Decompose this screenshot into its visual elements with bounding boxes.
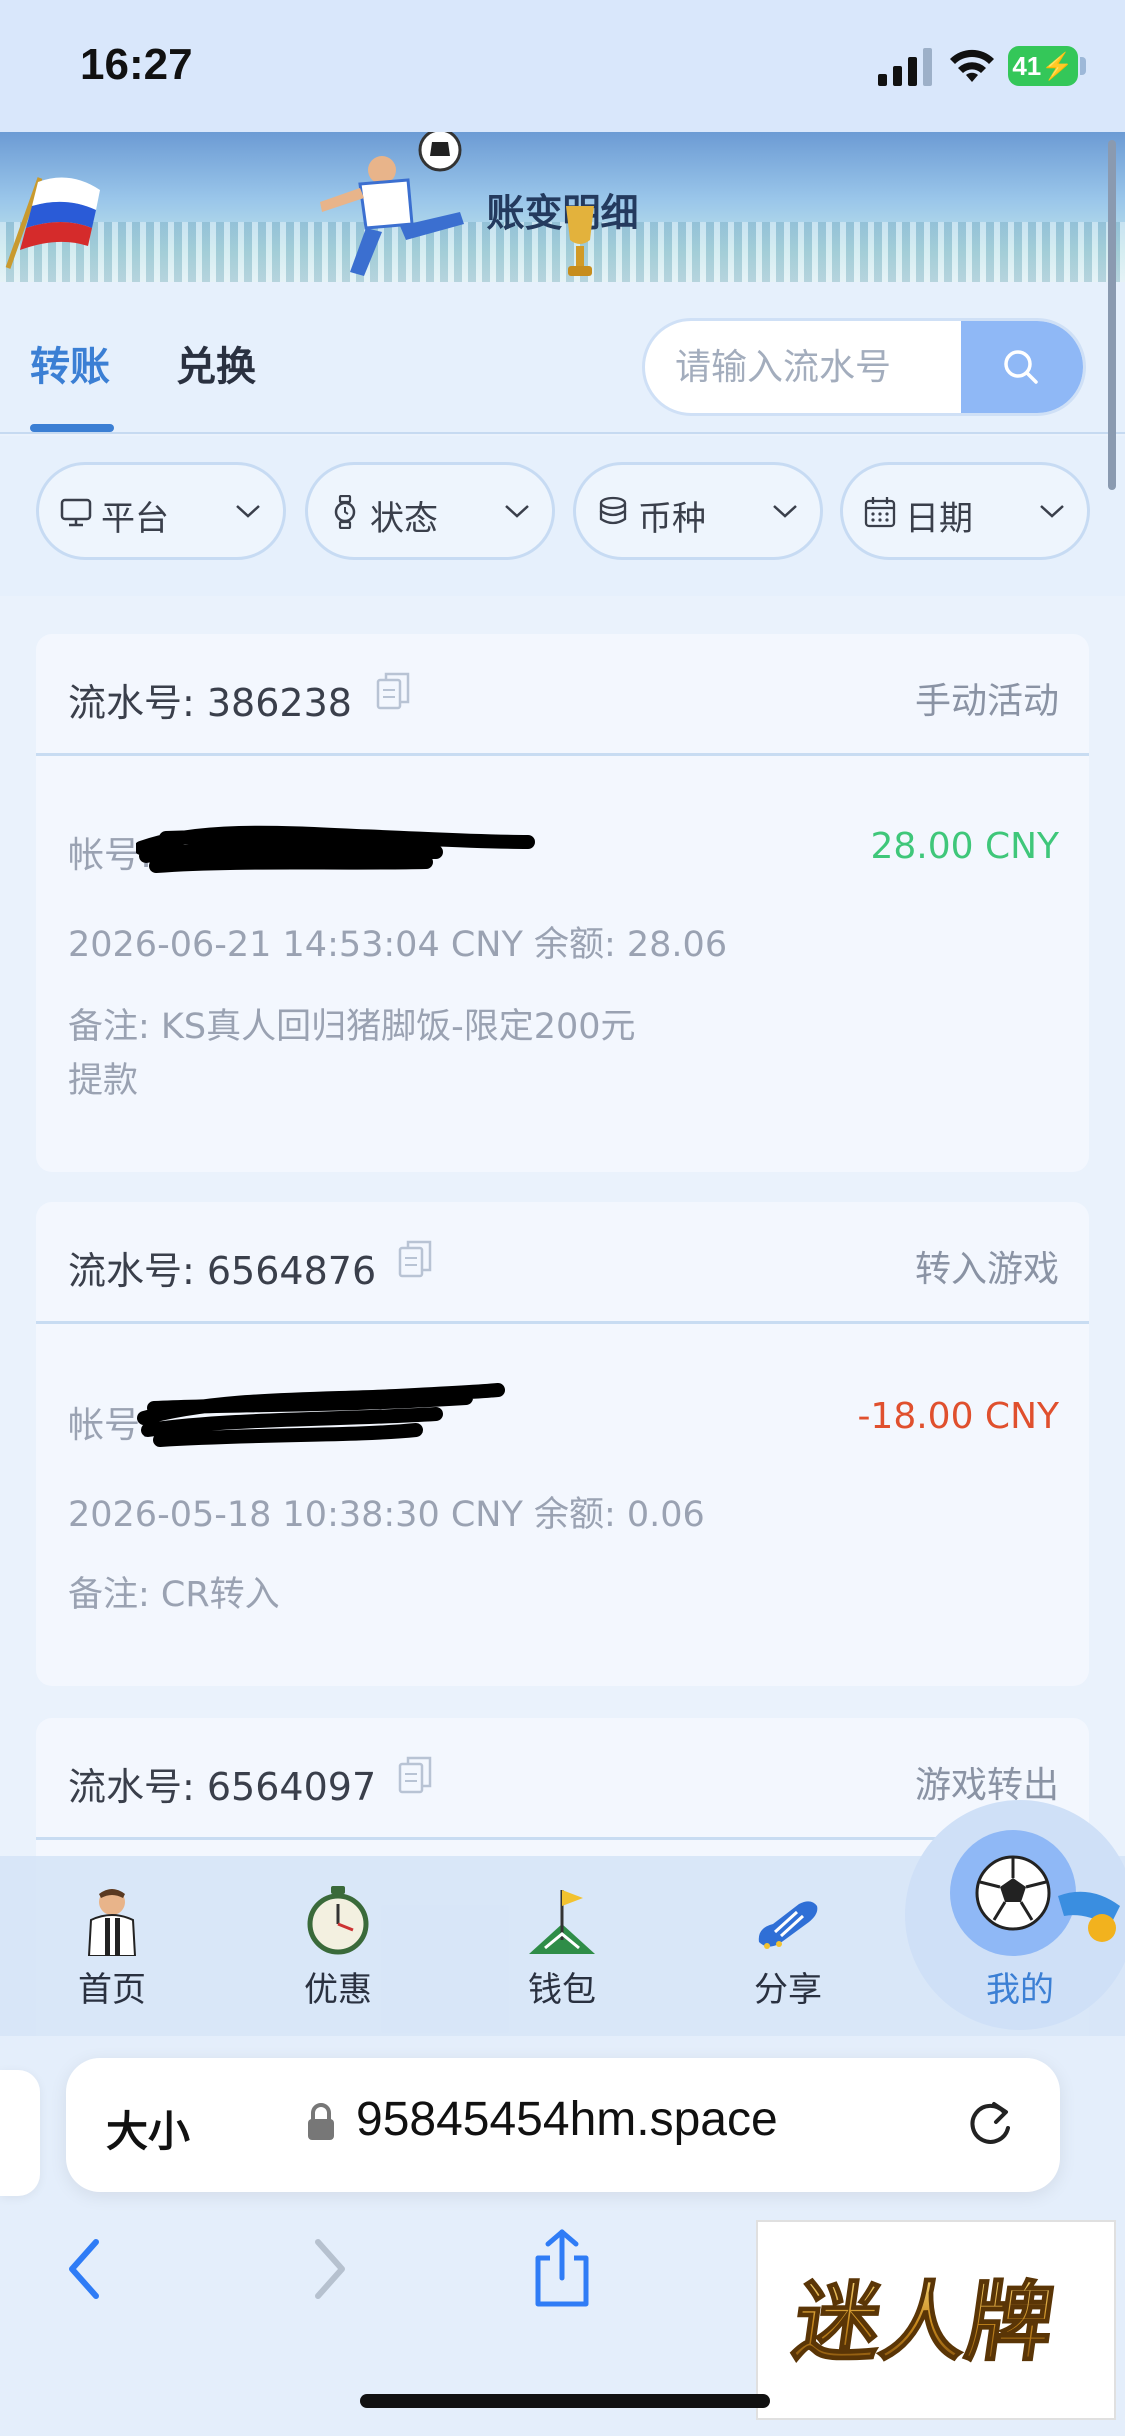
scrollbar[interactable] — [1108, 140, 1116, 490]
watch-icon — [334, 495, 356, 529]
flag-icon — [529, 1890, 595, 1954]
serial-number: 流水号: 6564097 — [68, 1765, 377, 1809]
coins-icon — [599, 496, 627, 525]
filter-bar: 平台 状态 币种 日期 — [0, 436, 1125, 596]
filter-platform-label: 平台 — [101, 499, 169, 539]
active-tab-indicator — [30, 424, 114, 432]
redaction-scribble — [137, 1383, 505, 1447]
transaction-amount: 28.00 CNY — [870, 826, 1059, 867]
copy-icon[interactable] — [398, 1240, 432, 1278]
previous-tab-preview[interactable] — [0, 2070, 40, 2196]
transaction-note: 备注: KS真人回归猪脚饭-限定200元 提款 — [68, 1000, 708, 1108]
search-icon — [1004, 350, 1038, 384]
nav-wallet[interactable]: 钱包 — [482, 1856, 642, 2036]
transaction-note-line: 提款 — [68, 1061, 139, 1101]
chevron-down-icon — [505, 505, 529, 518]
redaction-scribble — [136, 825, 535, 873]
nav-home-label: 首页 — [78, 1970, 146, 2010]
address-bar[interactable]: 大小 95845454hm.space — [66, 2058, 1060, 2192]
copy-icon[interactable] — [398, 1756, 432, 1794]
transaction-note-line: 备注: KS真人回归猪脚饭-限定200元 — [68, 1007, 636, 1047]
share-icon[interactable] — [530, 2228, 594, 2308]
forward-arrow-icon[interactable] — [304, 2234, 354, 2304]
footballer-icon — [87, 1889, 137, 1956]
cellular-signal-icon — [878, 48, 932, 86]
filter-date-label: 日期 — [905, 499, 973, 539]
stopwatch-icon — [307, 1886, 369, 1955]
tab-transfer[interactable]: 转账 — [30, 334, 110, 392]
transaction-amount: -18.00 CNY — [857, 1396, 1059, 1437]
transaction-type: 转入游戏 — [914, 1249, 1059, 1290]
nav-promotions-label: 优惠 — [304, 1970, 372, 2010]
card-header: 流水号: 386238 手动活动 — [36, 634, 1089, 756]
url-text: 95845454hm.space — [356, 2093, 778, 2146]
search-box — [642, 318, 1086, 416]
serial-number: 流水号: 6564876 — [68, 1249, 377, 1293]
battery-level: 41⚡ — [1008, 46, 1078, 86]
transaction-datetime-balance: 2026-06-21 14:53:04 CNY 余额: 28.06 — [68, 925, 728, 965]
battery-tip — [1080, 57, 1086, 75]
serial-search-input[interactable] — [675, 321, 995, 413]
transaction-card[interactable]: 流水号: 6564876 转入游戏 帐号: -18.00 CNY 2026-05… — [36, 1202, 1089, 1686]
filter-currency[interactable]: 币种 — [573, 462, 823, 560]
filter-currency-label: 币种 — [638, 499, 706, 539]
nav-mine-label: 我的 — [986, 1970, 1054, 2010]
whistle-icon — [1058, 1891, 1120, 1942]
chevron-down-icon — [236, 505, 260, 518]
nav-home[interactable]: 首页 — [32, 1856, 192, 2036]
copy-icon[interactable] — [376, 672, 410, 710]
tab-bar: 转账 兑换 — [0, 282, 1125, 434]
reload-icon[interactable] — [964, 2098, 1016, 2152]
chevron-down-icon — [773, 505, 797, 518]
status-time: 16:27 — [80, 40, 193, 89]
filter-status-label: 状态 — [370, 499, 438, 539]
text-size-button[interactable]: 大小 — [106, 2098, 190, 2159]
card-header: 流水号: 6564876 转入游戏 — [36, 1202, 1089, 1324]
serial-number: 流水号: 386238 — [68, 681, 352, 725]
nav-share[interactable]: 分享 — [708, 1856, 868, 2036]
home-indicator — [360, 2394, 770, 2408]
trophy-icon — [566, 206, 594, 276]
transaction-note-line: 备注: CR转入 — [68, 1575, 280, 1615]
filter-status[interactable]: 状态 — [305, 462, 555, 560]
transaction-type: 游戏转出 — [914, 1765, 1059, 1806]
transaction-note: 备注: CR转入 — [68, 1568, 708, 1622]
nav-share-label: 分享 — [754, 1970, 822, 2010]
nav-wallet-label: 钱包 — [528, 1970, 596, 2010]
monitor-icon — [60, 498, 92, 527]
svg-text:迷人牌: 迷人牌 — [788, 2273, 1060, 2373]
nav-promotions[interactable]: 优惠 — [258, 1856, 418, 2036]
filter-platform[interactable]: 平台 — [36, 462, 286, 560]
transaction-card[interactable]: 流水号: 386238 手动活动 帐号: 28.00 CNY 2026-06-2… — [36, 634, 1089, 1172]
transaction-type: 手动活动 — [914, 681, 1059, 722]
watermark-logo: 迷人牌 — [756, 2220, 1116, 2420]
chevron-down-icon — [1040, 505, 1064, 518]
header-banner: 账变明细 — [0, 132, 1125, 282]
lock-icon — [308, 2103, 334, 2140]
transaction-datetime-balance: 2026-05-18 10:38:30 CNY 余额: 0.06 — [68, 1495, 705, 1535]
back-arrow-icon[interactable] — [60, 2234, 110, 2304]
filter-date[interactable]: 日期 — [840, 462, 1090, 560]
card-header: 流水号: 6564097 游戏转出 — [36, 1718, 1089, 1840]
search-button[interactable] — [961, 321, 1083, 413]
tab-exchange[interactable]: 兑换 — [176, 334, 256, 392]
boot-icon — [758, 1901, 818, 1949]
watermark-logo-graphic: 迷人牌 — [787, 2272, 1061, 2374]
wifi-icon — [950, 49, 994, 82]
calendar-icon — [864, 497, 896, 528]
